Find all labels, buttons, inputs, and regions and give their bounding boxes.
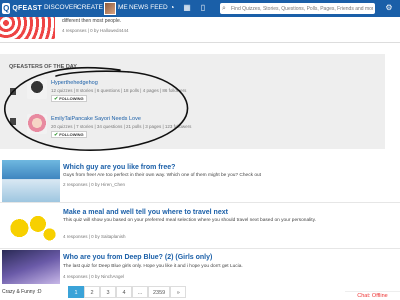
- hand-drawn-circle: [3, 66, 189, 151]
- qfeast-logo[interactable]: Q QFEAST: [2, 2, 42, 15]
- quiz-meta: 4 responses | 0 by Saitaplanish: [63, 234, 126, 239]
- messages-icon[interactable]: ▦: [182, 3, 192, 13]
- quiz-description: different then most people.: [62, 18, 122, 24]
- quiz-title-link[interactable]: Which guy are you like from free?: [63, 164, 175, 171]
- sidebar-quiz-label[interactable]: Crazy & Funny :D: [2, 289, 41, 295]
- pagination: 1 2 3 4 ... 2359 »: [68, 286, 187, 298]
- quiz-meta: 4 responses | 0 by NinchAngel: [63, 274, 124, 279]
- nav-me[interactable]: ME: [118, 4, 128, 11]
- search-icon: ⌕: [222, 5, 226, 12]
- top-navigation-bar: Q QFEAST DISCOVER CREATE ME NEWS FEED ◔ …: [0, 0, 400, 17]
- logo-text: QFEAST: [12, 5, 42, 12]
- page-1-button[interactable]: 1: [68, 286, 84, 298]
- quiz-thumbnail[interactable]: [2, 250, 60, 284]
- page-4-button[interactable]: 4: [116, 286, 132, 298]
- settings-gear-icon[interactable]: ⚙: [384, 3, 394, 13]
- divider: [0, 202, 400, 203]
- my-avatar[interactable]: [104, 2, 116, 15]
- search-box: ⌕: [220, 3, 375, 14]
- divider: [0, 42, 400, 43]
- quiz-meta: 2 responses | 0 by Hiren_Chen: [63, 182, 125, 187]
- page-2-button[interactable]: 2: [84, 286, 100, 298]
- search-input[interactable]: [231, 3, 373, 14]
- quiz-description: The last quiz for Deep Blue girls only. …: [63, 264, 243, 269]
- nav-news-feed[interactable]: NEWS FEED: [129, 4, 168, 11]
- page-3-button[interactable]: 3: [100, 286, 116, 298]
- nav-discover[interactable]: DISCOVER: [44, 4, 78, 11]
- quiz-meta: 4 responses | 0 by Hallowed4444: [62, 28, 129, 33]
- chat-status[interactable]: Chat: Offline: [345, 291, 400, 300]
- quiz-thumbnail[interactable]: [2, 160, 60, 202]
- quiz-title-link[interactable]: Who are you from Deep Blue? (2) (Girls o…: [63, 254, 212, 261]
- quiz-title-link[interactable]: Make a meal and well tell you where to t…: [63, 209, 228, 216]
- pagination-ellipsis: ...: [132, 286, 148, 298]
- next-page-button[interactable]: »: [170, 286, 187, 298]
- nav-create[interactable]: CREATE: [77, 4, 103, 11]
- quiz-thumbnail[interactable]: [2, 205, 60, 247]
- divider: [0, 248, 400, 249]
- quiz-description: Guys from free! Are too perfect in their…: [63, 173, 262, 178]
- quiz-thumbnail[interactable]: [0, 17, 55, 39]
- mobile-icon[interactable]: ▯: [198, 3, 208, 13]
- activity-icon[interactable]: ◔: [167, 3, 177, 13]
- logo-mark: Q: [2, 3, 11, 14]
- last-page-button[interactable]: 2359: [148, 286, 171, 298]
- quiz-description: This quiz will show you based on your pr…: [63, 218, 316, 223]
